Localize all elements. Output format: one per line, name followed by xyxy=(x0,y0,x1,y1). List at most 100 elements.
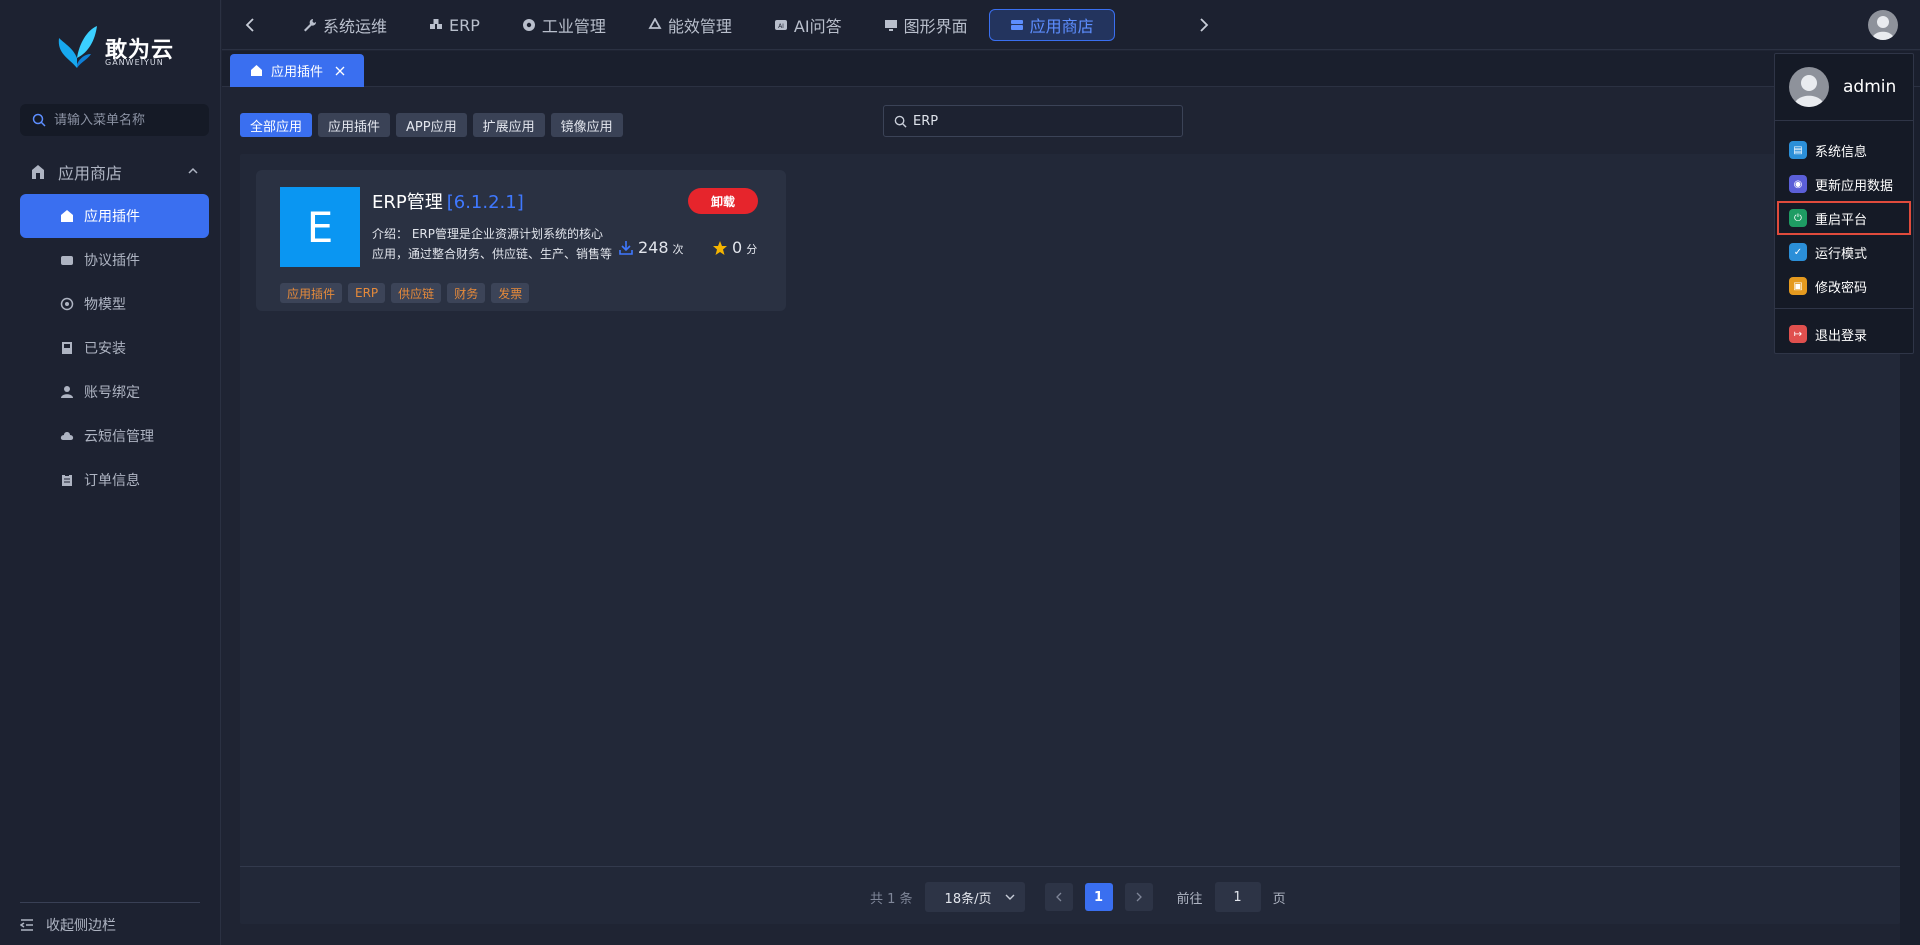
sidebar-item-cloud-sms[interactable]: 云短信管理 xyxy=(20,414,209,458)
top-navigation: 系统运维 ERP 工业管理 能效管理 AI AI问答 图形界面 应用商店 xyxy=(222,0,1920,50)
monitor-icon xyxy=(884,20,897,31)
refresh-icon: ◉ xyxy=(1789,175,1807,193)
goto-page-input[interactable] xyxy=(1214,882,1261,912)
menu-item-change-password[interactable]: ▣ 修改密码 xyxy=(1777,269,1911,303)
sidebar-item-label: 协议插件 xyxy=(84,253,140,269)
sidebar-item-thing-model[interactable]: 物模型 xyxy=(20,282,209,326)
page-suffix: 页 xyxy=(1272,891,1286,907)
filter-extension-apps[interactable]: 扩展应用 xyxy=(472,113,545,137)
tab-energy[interactable]: 能效管理 xyxy=(627,9,753,41)
pagination-total: 共 1 条 xyxy=(870,891,913,907)
tab-label: 系统运维 xyxy=(323,17,388,36)
user-avatar-button[interactable] xyxy=(1868,10,1898,40)
menu-item-label: 修改密码 xyxy=(1815,280,1868,296)
download-icon xyxy=(619,240,633,255)
uninstall-button[interactable]: 卸载 xyxy=(688,188,758,214)
filter-all-apps[interactable]: 全部应用 xyxy=(240,113,313,137)
menu-search-input[interactable] xyxy=(54,112,204,128)
store-icon xyxy=(1010,20,1023,30)
menu-item-label: 运行模式 xyxy=(1815,246,1868,262)
rating-unit: 分 xyxy=(746,243,758,256)
close-icon[interactable] xyxy=(335,66,345,76)
ai-icon: AI xyxy=(774,20,787,30)
tab-label: 应用商店 xyxy=(1029,17,1094,36)
menu-item-update-app-data[interactable]: ◉ 更新应用数据 xyxy=(1777,167,1911,201)
tab-label: 能效管理 xyxy=(667,17,732,36)
menu-item-system-info[interactable]: ▤ 系统信息 xyxy=(1777,133,1911,167)
menu-item-label: 重启平台 xyxy=(1815,212,1868,228)
recycle-icon xyxy=(648,18,662,29)
app-tag: ERP xyxy=(348,283,386,303)
cubes-icon xyxy=(430,19,443,29)
module-tabs: 系统运维 ERP 工业管理 能效管理 AI AI问答 图形界面 应用商店 xyxy=(282,9,1115,41)
filter-image-apps[interactable]: 镜像应用 xyxy=(550,113,623,137)
lock-icon: ▣ xyxy=(1789,277,1807,295)
store-icon xyxy=(32,165,44,179)
tab-label: 图形界面 xyxy=(903,17,968,36)
app-search[interactable] xyxy=(883,105,1183,137)
plugin-icon xyxy=(61,256,73,265)
tab-erp[interactable]: ERP xyxy=(408,9,501,41)
app-tag: 供应链 xyxy=(391,283,442,303)
sidebar-item-label: 订单信息 xyxy=(84,473,140,489)
menu-group-app-store[interactable]: 应用商店 xyxy=(20,157,209,187)
menu-divider xyxy=(1775,308,1913,309)
menu-item-run-mode[interactable]: ✓ 运行模式 xyxy=(1777,235,1911,269)
page-tab-app-plugins[interactable]: 应用插件 xyxy=(230,54,364,87)
sidebar-item-app-plugins[interactable]: 应用插件 xyxy=(20,194,209,238)
menu-search[interactable] xyxy=(20,104,209,136)
app-tag: 财务 xyxy=(447,283,486,303)
menu-group-label: 应用商店 xyxy=(58,164,123,183)
tab-industrial[interactable]: 工业管理 xyxy=(501,9,627,41)
avatar-icon xyxy=(1794,75,1824,107)
app-tag: 发票 xyxy=(491,283,530,303)
logout-icon: ↦ xyxy=(1789,325,1807,343)
collapse-icon xyxy=(20,919,33,931)
chevron-left-icon xyxy=(245,18,254,32)
sidebar-item-label: 应用插件 xyxy=(84,209,140,225)
tab-system-ops[interactable]: 系统运维 xyxy=(282,9,408,41)
filter-app-apps[interactable]: APP应用 xyxy=(396,113,467,137)
app-list-panel: E ERP管理 [6.1.2.1] 卸载 介绍： ERP管理是企业资源计划系统的核… xyxy=(240,154,1900,924)
menu-items: 应用插件 协议插件 物模型 已安装 账号绑定 云短信管理 订单信息 xyxy=(20,194,209,502)
nav-scroll-right-button[interactable] xyxy=(1194,14,1214,36)
svg-text:AI: AI xyxy=(778,23,784,30)
shop-icon xyxy=(61,210,73,222)
download-unit: 次 xyxy=(672,243,684,256)
app-title: ERP管理 [6.1.2.1] xyxy=(372,188,524,214)
page-number-button[interactable]: 1 xyxy=(1084,883,1113,911)
filter-app-plugins[interactable]: 应用插件 xyxy=(318,113,391,137)
app-card[interactable]: E ERP管理 [6.1.2.1] 卸载 介绍： ERP管理是企业资源计划系统的核… xyxy=(256,170,786,311)
tab-label: AI问答 xyxy=(793,17,842,36)
sidebar-item-installed[interactable]: 已安装 xyxy=(20,326,209,370)
sidebar-item-label: 云短信管理 xyxy=(84,429,154,445)
user-icon xyxy=(61,386,73,398)
search-icon xyxy=(894,115,907,128)
next-page-button[interactable] xyxy=(1124,883,1153,911)
tab-app-store[interactable]: 应用商店 xyxy=(988,9,1115,41)
page-size-select[interactable]: 18条/页 xyxy=(924,882,1025,912)
tab-ai-qa[interactable]: AI AI问答 xyxy=(753,9,863,41)
rating-number: 0 xyxy=(732,238,743,257)
user-profile-header: admin xyxy=(1775,54,1913,121)
sidebar-item-account-binding[interactable]: 账号绑定 xyxy=(20,370,209,414)
sidebar-item-label: 已安装 xyxy=(84,341,126,357)
sidebar-item-label: 账号绑定 xyxy=(84,385,140,401)
sidebar-item-protocol-plugins[interactable]: 协议插件 xyxy=(20,238,209,282)
app-search-input[interactable] xyxy=(913,113,1173,129)
chevron-right-icon xyxy=(1200,18,1209,32)
prev-page-button[interactable] xyxy=(1044,883,1073,911)
chevron-left-icon xyxy=(1055,892,1062,902)
category-filters: 全部应用 应用插件 APP应用 扩展应用 镜像应用 xyxy=(240,113,623,137)
app-logo: E xyxy=(280,187,360,267)
sidebar-item-orders[interactable]: 订单信息 xyxy=(20,458,209,502)
collapse-sidebar-button[interactable]: 收起侧边栏 xyxy=(20,902,200,935)
nav-scroll-left-button[interactable] xyxy=(240,14,260,36)
menu-item-logout[interactable]: ↦ 退出登录 xyxy=(1777,317,1911,351)
pagination: 共 1 条 18条/页 1 前往 页 xyxy=(870,882,1286,912)
tab-graphics[interactable]: 图形界面 xyxy=(863,9,989,41)
brand-logo[interactable]: 敢为云 GANWEIYUN xyxy=(55,24,175,72)
menu-item-restart-platform[interactable]: ⏻ 重启平台 xyxy=(1777,201,1911,235)
username: admin xyxy=(1843,77,1897,97)
app-description: 介绍： ERP管理是企业资源计划系统的核心应用，通过整合财务、供应链、生产、销售… xyxy=(372,227,612,261)
